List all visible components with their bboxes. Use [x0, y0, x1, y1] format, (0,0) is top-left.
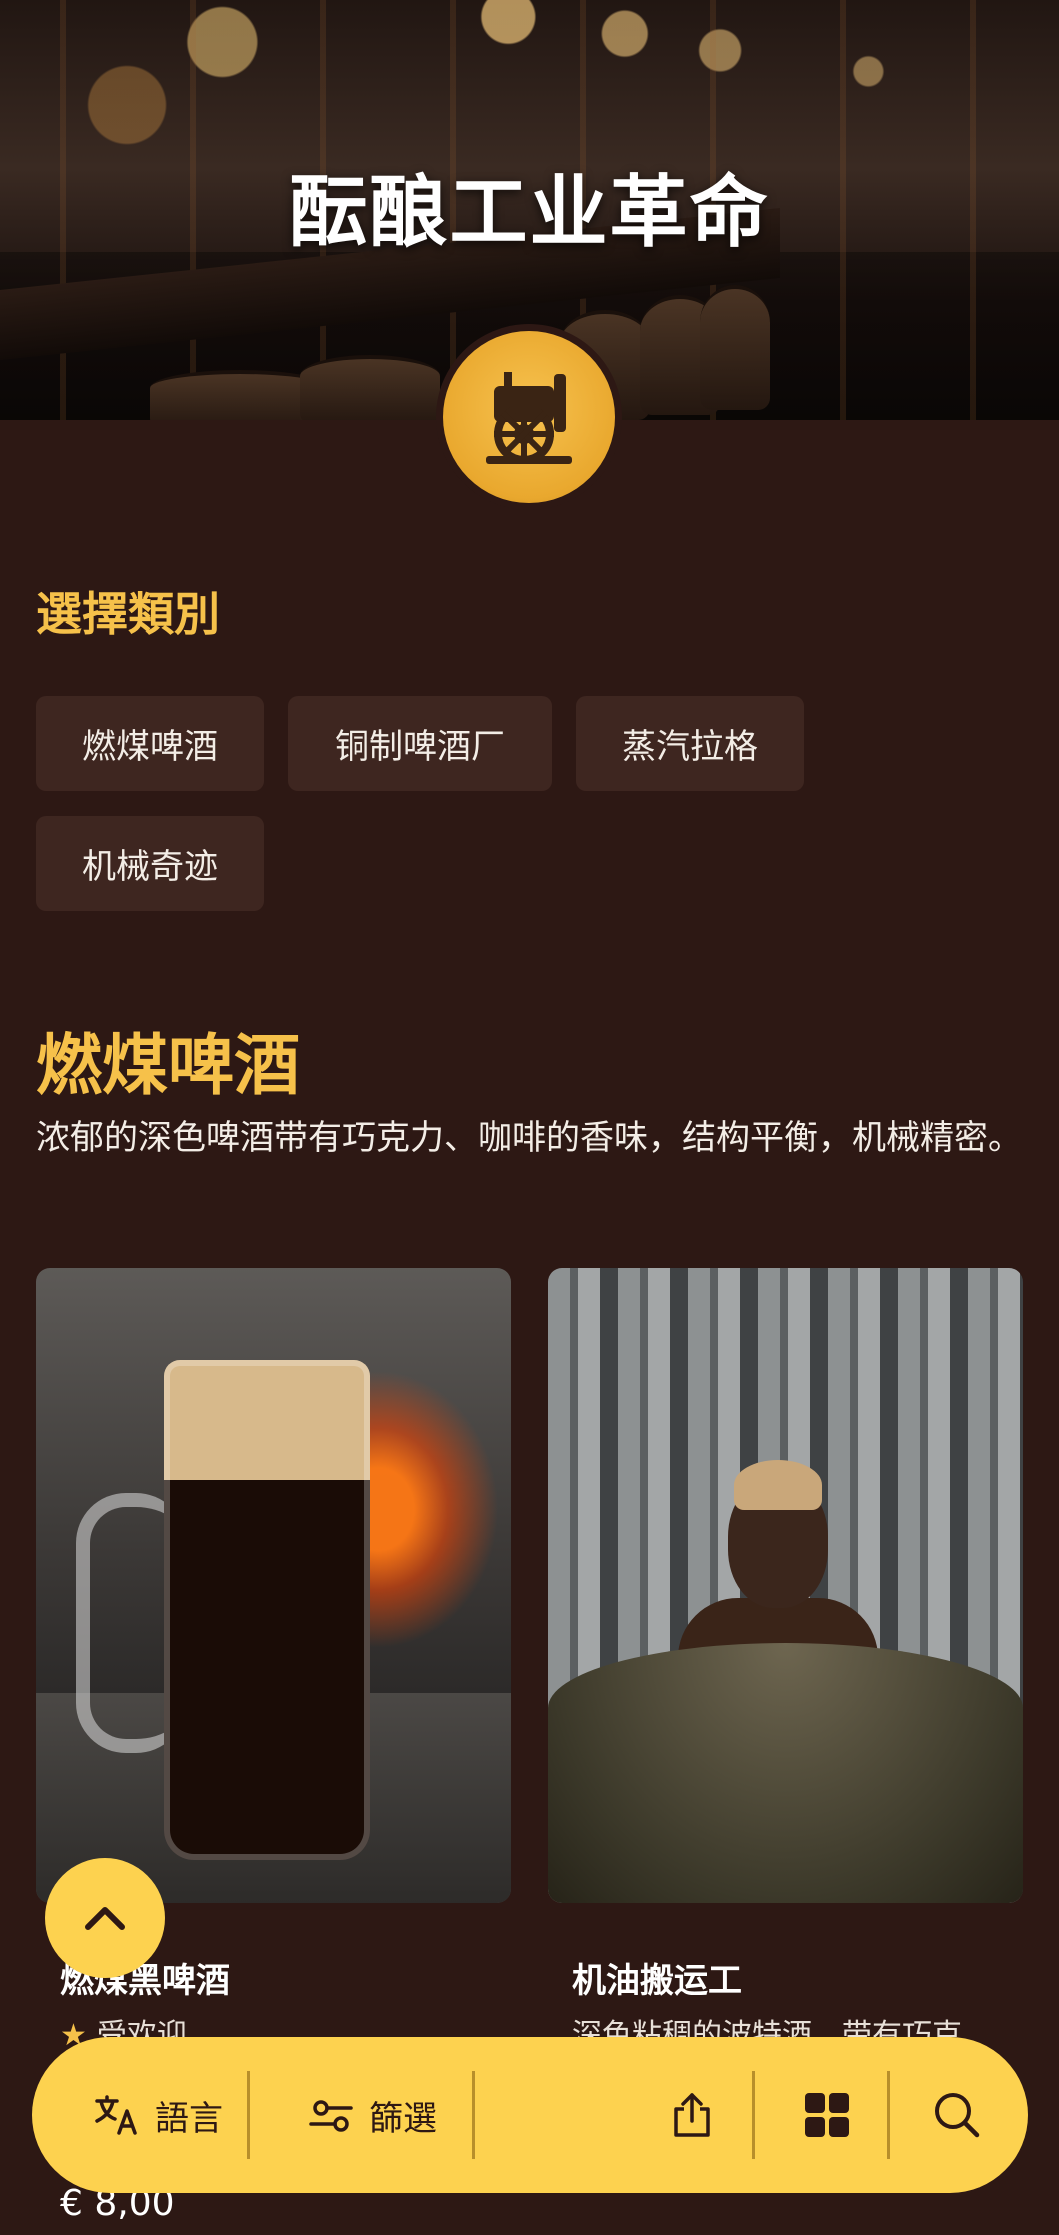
page-title: 酝酿工业革命 — [289, 168, 770, 258]
toolbar-divider — [247, 2071, 250, 2159]
toolbar-divider — [472, 2071, 475, 2159]
filter-button[interactable]: 篩選 — [282, 2037, 462, 2193]
category-description: 浓郁的深色啤酒带有巧克力、咖啡的香味，结构平衡，机械精密。 — [36, 1118, 1022, 1158]
filter-label: 篩選 — [369, 2098, 437, 2139]
filter-sliders-icon — [309, 2100, 353, 2132]
translate-icon — [95, 2095, 137, 2135]
metal-vat — [548, 1643, 1023, 1903]
category-title: 燃煤啤酒 — [36, 1027, 300, 1104]
category-chip-mechanical-wonders[interactable]: 机械奇迹 — [36, 816, 264, 911]
product-image-oil-porter[interactable] — [548, 1268, 1023, 1903]
search-button[interactable] — [902, 2037, 1012, 2193]
toolbar-divider — [887, 2071, 890, 2159]
worker-cap — [734, 1460, 822, 1510]
brand-logo[interactable] — [436, 324, 622, 510]
language-button[interactable]: 語言 — [68, 2037, 248, 2193]
product-title[interactable]: 机油搬运工 — [572, 1953, 742, 2002]
chevron-up-icon — [85, 1907, 125, 1930]
grid-icon — [805, 2093, 849, 2137]
hero-barrel — [300, 355, 440, 420]
steam-engine-logo-icon — [486, 372, 572, 464]
category-chip-steam-lager[interactable]: 蒸汽拉格 — [576, 696, 804, 791]
scroll-to-top-button[interactable] — [45, 1858, 165, 1978]
search-icon — [935, 2093, 980, 2138]
hero-barrel — [700, 285, 770, 410]
share-icon — [674, 2093, 710, 2137]
language-label: 語言 — [155, 2098, 223, 2139]
beer-mug — [164, 1360, 370, 1860]
share-button[interactable] — [642, 2037, 742, 2193]
category-section-label: 選擇類別 — [36, 587, 220, 641]
bottom-toolbar: 語言 篩選 — [32, 2037, 1028, 2193]
toolbar-divider — [752, 2071, 755, 2159]
category-chip-coal-beer[interactable]: 燃煤啤酒 — [36, 696, 264, 791]
product-image-coal-stout[interactable] — [36, 1268, 511, 1903]
grid-view-button[interactable] — [767, 2037, 887, 2193]
category-chip-copper-brewery[interactable]: 铜制啤酒厂 — [288, 696, 552, 791]
